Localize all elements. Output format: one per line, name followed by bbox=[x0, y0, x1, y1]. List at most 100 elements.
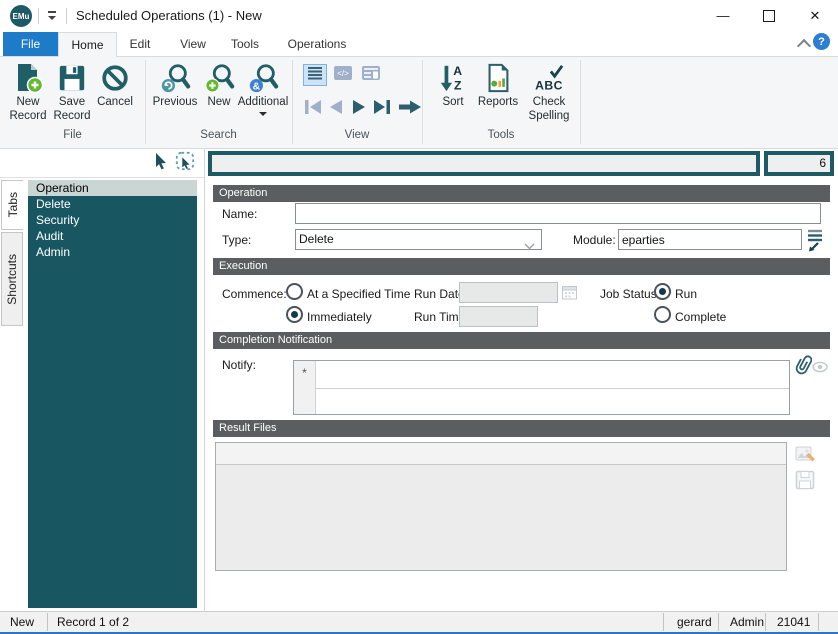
type-select-value: Delete bbox=[299, 232, 334, 246]
operation-section-header: Operation bbox=[213, 185, 830, 202]
new-record-label: New Record bbox=[9, 96, 47, 122]
sidebar-item-audit[interactable]: Audit bbox=[28, 228, 197, 244]
sidebar-tab-shortcuts[interactable]: Shortcuts bbox=[1, 232, 23, 326]
maximize-icon bbox=[763, 9, 775, 22]
code-view-toggle[interactable]: </> bbox=[331, 64, 355, 86]
module-label: Module: bbox=[573, 233, 616, 247]
tab-tools[interactable]: Tools bbox=[221, 32, 269, 56]
job-status-label: Job Status: bbox=[600, 287, 661, 301]
panel-border bbox=[204, 148, 205, 611]
radio-job-run[interactable] bbox=[654, 283, 671, 300]
name-input[interactable] bbox=[295, 203, 821, 224]
new-search-button[interactable]: New bbox=[200, 60, 238, 126]
cancel-button[interactable]: Cancel bbox=[93, 60, 137, 126]
radio-immediately[interactable] bbox=[286, 306, 303, 323]
last-record-button[interactable] bbox=[373, 98, 391, 116]
title-bar: EMu Scheduled Operations (1) - New — ✕ bbox=[0, 0, 838, 32]
selection-box-icon bbox=[175, 151, 195, 176]
type-label: Type: bbox=[222, 233, 252, 247]
job-run-label[interactable]: Run bbox=[675, 287, 697, 301]
status-separator bbox=[663, 613, 664, 631]
sidebar-item-security[interactable]: Security bbox=[28, 212, 197, 228]
view-attachment-icon bbox=[812, 360, 828, 378]
cancel-icon bbox=[100, 60, 130, 96]
module-input[interactable] bbox=[618, 229, 802, 250]
additional-search-button[interactable]: & Additional bbox=[236, 60, 290, 126]
tab-view[interactable]: View bbox=[167, 32, 219, 56]
result-files-list bbox=[215, 442, 787, 571]
sidebar-tab-tabs[interactable]: Tabs bbox=[1, 180, 23, 230]
previous-record-button bbox=[328, 98, 344, 116]
reports-button[interactable]: Reports bbox=[473, 60, 523, 126]
close-button[interactable]: ✕ bbox=[792, 0, 838, 31]
notify-grid[interactable]: * bbox=[293, 360, 790, 415]
window-title: Scheduled Operations (1) - New bbox=[76, 8, 262, 23]
details-view-toggle[interactable] bbox=[359, 64, 383, 86]
maximize-button[interactable] bbox=[746, 0, 792, 31]
status-record-position: Record 1 of 2 bbox=[57, 615, 130, 629]
new-record-icon bbox=[12, 60, 44, 96]
module-lookup-icon[interactable] bbox=[806, 228, 824, 257]
attach-icon[interactable] bbox=[793, 352, 813, 381]
status-separator bbox=[47, 613, 48, 631]
first-record-button bbox=[304, 98, 322, 116]
next-record-button[interactable] bbox=[351, 98, 367, 116]
sidebar-item-operation[interactable]: Operation bbox=[28, 180, 197, 196]
app-window: EMu Scheduled Operations (1) - New — ✕ F… bbox=[0, 0, 838, 634]
previous-search-label: Previous bbox=[152, 96, 198, 108]
record-summary-bar bbox=[208, 151, 760, 176]
quick-access-dropdown-icon[interactable] bbox=[46, 11, 58, 21]
tab-list: Operation Delete Security Audit Admin bbox=[28, 180, 197, 608]
job-complete-label[interactable]: Complete bbox=[675, 310, 726, 324]
pointer-tool-button[interactable] bbox=[150, 151, 172, 175]
svg-text:Z: Z bbox=[454, 78, 462, 92]
check-spelling-button[interactable]: ABC Check Spelling bbox=[521, 60, 577, 126]
result-files-section-header: Result Files bbox=[213, 420, 830, 437]
previous-search-icon bbox=[159, 60, 191, 96]
tab-file[interactable]: File bbox=[3, 32, 58, 56]
status-separator bbox=[818, 613, 819, 631]
select-region-tool-button[interactable] bbox=[172, 150, 198, 176]
type-select[interactable]: Delete bbox=[295, 229, 542, 250]
sort-icon: A Z bbox=[438, 60, 468, 96]
sidebar-tab-tabs-label: Tabs bbox=[5, 192, 20, 218]
sidebar-item-admin[interactable]: Admin bbox=[28, 244, 197, 260]
notify-label: Notify: bbox=[222, 358, 257, 372]
radio-at-specified-time[interactable] bbox=[286, 283, 303, 300]
goto-record-button[interactable] bbox=[398, 98, 422, 116]
search-group-label: Search bbox=[200, 129, 237, 141]
titlebar-separator bbox=[66, 8, 67, 24]
save-record-icon bbox=[57, 60, 87, 96]
save-record-button[interactable]: Save Record bbox=[51, 60, 93, 126]
panel-divider bbox=[0, 177, 204, 178]
collapse-ribbon-icon[interactable] bbox=[796, 38, 812, 54]
code-view-icon: </> bbox=[334, 65, 352, 85]
sidebar-item-delete[interactable]: Delete bbox=[28, 196, 197, 212]
tab-edit[interactable]: Edit bbox=[117, 32, 163, 56]
at-specified-time-label[interactable]: At a Specified Time bbox=[307, 287, 410, 301]
chevron-down-icon bbox=[524, 237, 535, 256]
svg-text:A: A bbox=[453, 64, 462, 78]
notify-row-divider bbox=[315, 388, 789, 389]
result-files-list-header bbox=[216, 443, 786, 465]
app-icon[interactable]: EMu bbox=[10, 5, 32, 27]
tab-home[interactable]: Home bbox=[58, 32, 117, 57]
help-button[interactable]: ? bbox=[813, 33, 830, 50]
view-group-label: View bbox=[344, 129, 370, 141]
svg-text:</>: </> bbox=[337, 69, 349, 78]
close-icon: ✕ bbox=[809, 7, 821, 23]
radio-job-complete[interactable] bbox=[654, 306, 671, 323]
tab-operations[interactable]: Operations bbox=[275, 32, 359, 56]
status-separator bbox=[718, 613, 719, 631]
new-record-button[interactable]: New Record bbox=[5, 60, 51, 126]
run-date-input bbox=[459, 282, 558, 303]
file-group-label: File bbox=[63, 129, 82, 141]
sort-button[interactable]: A Z Sort bbox=[433, 60, 473, 126]
new-search-label: New bbox=[207, 96, 231, 108]
immediately-label[interactable]: Immediately bbox=[307, 310, 372, 324]
list-view-icon bbox=[307, 66, 323, 85]
previous-search-button[interactable]: Previous bbox=[148, 60, 202, 126]
list-view-toggle[interactable] bbox=[303, 64, 327, 86]
pointer-cursor-icon bbox=[153, 152, 169, 175]
minimize-button[interactable]: — bbox=[700, 0, 746, 31]
